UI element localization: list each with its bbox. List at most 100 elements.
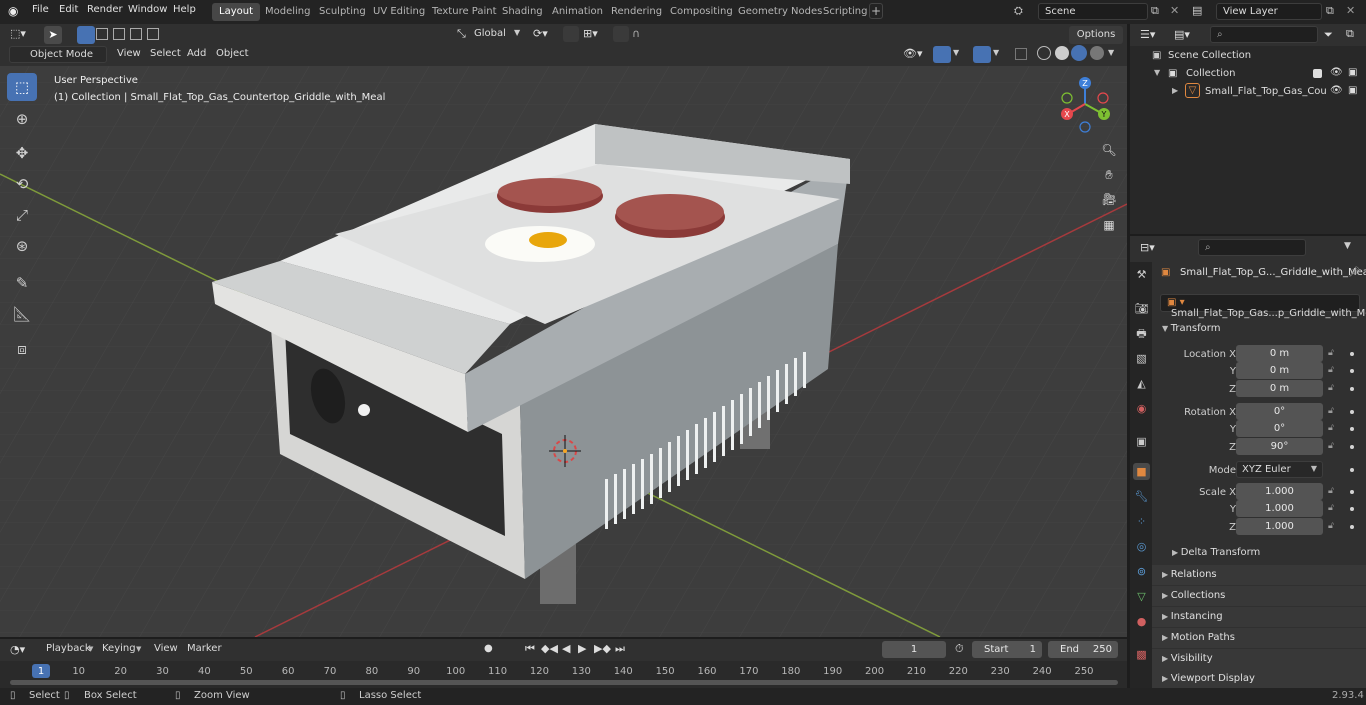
- jump-end-icon[interactable]: ⏭: [615, 642, 625, 656]
- tab-compositing[interactable]: Compositing: [663, 3, 740, 21]
- exclude-checkbox[interactable]: [1313, 69, 1322, 78]
- pan-hand-icon[interactable]: ✋︎: [1099, 168, 1119, 188]
- new-collection-icon[interactable]: ⧉: [1346, 27, 1354, 41]
- menu-window[interactable]: Window: [128, 4, 167, 15]
- outliner-editor-icon[interactable]: ☰▾: [1140, 28, 1155, 41]
- outliner-search-input[interactable]: ⌕: [1210, 26, 1318, 43]
- play-reverse-icon[interactable]: ◀: [562, 642, 570, 655]
- eye-icon[interactable]: 👁︎: [1330, 85, 1343, 96]
- add-cube-tool-icon[interactable]: ⧈: [7, 335, 37, 363]
- transform-orientation-dropdown[interactable]: Global: [474, 28, 506, 39]
- select-mode-intersect-icon[interactable]: [147, 28, 159, 40]
- scale-x-field[interactable]: 1.000: [1236, 483, 1323, 500]
- properties-search-input[interactable]: ⌕: [1198, 239, 1306, 256]
- proportional-edit-icon[interactable]: [613, 26, 629, 42]
- lock-icon[interactable]: 🔓︎: [1328, 503, 1334, 513]
- view-layer-tab-icon[interactable]: ▧: [1133, 350, 1150, 367]
- shading-material-icon[interactable]: [1071, 45, 1087, 61]
- keyframe-dot-icon[interactable]: [1350, 507, 1354, 511]
- move-tool-icon[interactable]: ✥: [7, 139, 37, 167]
- navigation-gizmo[interactable]: Z Y X: [1055, 76, 1115, 136]
- tab-layout[interactable]: Layout: [212, 3, 260, 21]
- viewport-3d[interactable]: Z Y X 🔍︎ ✋︎ 🎥︎ ▦ User Perspective (1) Co…: [0, 24, 1127, 637]
- modifier-tab-icon[interactable]: 🔧︎: [1133, 488, 1150, 505]
- collection-label[interactable]: Collection: [1186, 68, 1235, 79]
- tool-tab-icon[interactable]: ⚒: [1133, 266, 1150, 283]
- next-keyframe-icon[interactable]: ▶◆: [594, 642, 611, 655]
- playback-menu[interactable]: Playback: [46, 643, 91, 654]
- tab-scripting[interactable]: Scripting: [816, 3, 874, 21]
- select-mode-new-icon[interactable]: [77, 26, 95, 44]
- location-y-field[interactable]: 0 m: [1236, 362, 1323, 379]
- properties-options-icon[interactable]: ▼: [1344, 241, 1351, 251]
- menu-edit[interactable]: Edit: [59, 4, 78, 15]
- collection-tab-icon[interactable]: ▣: [1133, 433, 1150, 450]
- tab-rendering[interactable]: Rendering: [604, 3, 669, 21]
- tab-uv-editing[interactable]: UV Editing: [366, 3, 432, 21]
- rotation-mode-dropdown[interactable]: XYZ Euler ▼: [1236, 461, 1323, 478]
- add-workspace-button[interactable]: +: [869, 3, 883, 19]
- shading-solid-icon[interactable]: [1055, 46, 1069, 60]
- rotation-x-field[interactable]: 0°: [1236, 403, 1323, 420]
- viewport-menu-view[interactable]: View: [117, 48, 141, 59]
- lock-icon[interactable]: 🔓︎: [1328, 383, 1334, 393]
- delete-scene-icon[interactable]: ✕: [1170, 4, 1179, 17]
- tab-shading[interactable]: Shading: [495, 3, 550, 21]
- measure-tool-icon[interactable]: 📐︎: [7, 300, 37, 328]
- keyframe-dot-icon[interactable]: [1350, 445, 1354, 449]
- select-mode-extend-icon[interactable]: [96, 28, 108, 40]
- constraints-tab-icon[interactable]: ⊚: [1133, 563, 1150, 580]
- view-layer-field[interactable]: View Layer: [1216, 3, 1322, 20]
- keying-menu[interactable]: Keying: [102, 643, 136, 654]
- start-frame-field[interactable]: Start 1: [972, 641, 1042, 658]
- motion-paths-panel-header[interactable]: ▶ Motion Paths: [1152, 628, 1366, 648]
- lock-icon[interactable]: 🔓︎: [1328, 423, 1334, 433]
- material-tab-icon[interactable]: ●: [1133, 613, 1150, 630]
- lock-icon[interactable]: 🔓︎: [1328, 365, 1334, 375]
- pin-icon[interactable]: 📌︎: [1348, 267, 1361, 278]
- transform-tool-icon[interactable]: ⊛: [7, 232, 37, 260]
- world-tab-icon[interactable]: ◉: [1133, 400, 1150, 417]
- display-mode-icon[interactable]: ▤▾: [1174, 28, 1190, 41]
- rotation-z-field[interactable]: 90°: [1236, 438, 1323, 455]
- keyframe-dot-icon[interactable]: [1350, 387, 1354, 391]
- editor-type-icon[interactable]: ⬚▾: [10, 27, 26, 40]
- shading-wireframe-icon[interactable]: [1037, 46, 1051, 60]
- new-scene-icon[interactable]: ⧉: [1151, 4, 1159, 18]
- tab-geometry-nodes[interactable]: Geometry Nodes: [731, 3, 829, 21]
- gizmo-toggle-icon[interactable]: [933, 46, 951, 63]
- lock-icon[interactable]: 🔓︎: [1328, 441, 1334, 451]
- view-layer-icon[interactable]: ▤: [1192, 4, 1202, 17]
- delta-transform-subpanel[interactable]: ▶ Delta Transform: [1172, 547, 1260, 558]
- shading-dropdown-icon[interactable]: ▼: [1108, 48, 1114, 57]
- lock-icon[interactable]: 🔓︎: [1328, 406, 1334, 416]
- keyframe-dot-icon[interactable]: [1350, 369, 1354, 373]
- xray-toggle-icon[interactable]: [1015, 48, 1027, 60]
- output-tab-icon[interactable]: 🖶︎: [1133, 325, 1150, 342]
- physics-tab-icon[interactable]: ◎: [1133, 538, 1150, 555]
- rotate-tool-icon[interactable]: ⟲: [7, 170, 37, 198]
- overlay-toggle-icon[interactable]: [973, 46, 991, 63]
- delete-view-layer-icon[interactable]: ✕: [1346, 4, 1355, 17]
- select-mode-subtract-icon[interactable]: [113, 28, 125, 40]
- shading-rendered-icon[interactable]: [1090, 46, 1104, 60]
- viewport-menu-object[interactable]: Object: [216, 48, 249, 59]
- scene-tab-icon[interactable]: ◭: [1133, 375, 1150, 392]
- camera-icon[interactable]: ▣: [1348, 67, 1357, 78]
- annotate-tool-icon[interactable]: ✎: [7, 269, 37, 297]
- scene-collection-label[interactable]: Scene Collection: [1168, 50, 1251, 61]
- menu-render[interactable]: Render: [87, 4, 123, 15]
- relations-panel-header[interactable]: ▶ Relations: [1152, 565, 1366, 585]
- select-box-tool-icon[interactable]: ⬚: [7, 73, 37, 101]
- timeline-editor-icon[interactable]: ◔▾: [10, 643, 25, 656]
- particles-tab-icon[interactable]: ⁘: [1133, 513, 1150, 530]
- texture-tab-icon[interactable]: ▩: [1133, 646, 1150, 663]
- select-tool-icon[interactable]: ➤: [44, 26, 62, 44]
- gizmo-dropdown-icon[interactable]: ▼: [953, 48, 959, 57]
- location-x-field[interactable]: 0 m: [1236, 345, 1323, 362]
- keyframe-dot-icon[interactable]: [1350, 352, 1354, 356]
- camera-icon[interactable]: ▣: [1348, 85, 1357, 96]
- menu-file[interactable]: File: [32, 4, 49, 15]
- viewport-display-panel-header[interactable]: ▶ Viewport Display: [1152, 669, 1366, 689]
- record-icon[interactable]: ●: [484, 643, 493, 654]
